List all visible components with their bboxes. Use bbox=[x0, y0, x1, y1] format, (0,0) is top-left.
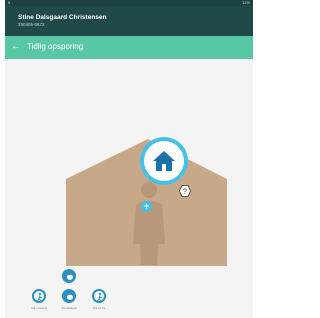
bottom-label-2: Bevidsthed bbox=[61, 306, 77, 310]
walking-button-1[interactable] bbox=[32, 289, 46, 303]
brain-button[interactable] bbox=[62, 269, 76, 283]
home-button[interactable] bbox=[144, 141, 184, 181]
walking-person-icon bbox=[97, 292, 103, 302]
brain-icon bbox=[67, 294, 73, 300]
add-button[interactable]: + bbox=[141, 201, 152, 212]
patient-header: Stine Dalsgaard Christensen 250405-0672 bbox=[5, 6, 253, 36]
user-id: 250405-0672 bbox=[18, 22, 45, 27]
brain-icon bbox=[67, 274, 73, 280]
tablet-screen: 5 11% Stine Dalsgaard Christensen 250405… bbox=[5, 0, 253, 318]
toolbar: ← Tidlig opsporing bbox=[5, 36, 253, 59]
help-button[interactable]: ? bbox=[179, 184, 191, 197]
help-icon: ? bbox=[179, 185, 191, 197]
home-icon bbox=[153, 151, 175, 171]
walking-person-icon bbox=[37, 292, 43, 302]
house-illustration bbox=[66, 139, 227, 266]
help-label: ? bbox=[183, 189, 187, 196]
person-head bbox=[141, 182, 157, 198]
main-content: ? + Gå i tilstand Bevidsthed Gå ud fra bbox=[5, 59, 253, 318]
walking-button-2[interactable] bbox=[92, 289, 106, 303]
user-name: Stine Dalsgaard Christensen bbox=[18, 14, 107, 21]
brain-button-2[interactable] bbox=[62, 289, 76, 303]
page-title: Tidlig opsporing bbox=[27, 42, 84, 51]
bottom-label-1: Gå i tilstand bbox=[31, 306, 47, 310]
bottom-label-3: Gå ud fra bbox=[92, 306, 106, 310]
back-arrow-icon[interactable]: ← bbox=[11, 40, 21, 54]
